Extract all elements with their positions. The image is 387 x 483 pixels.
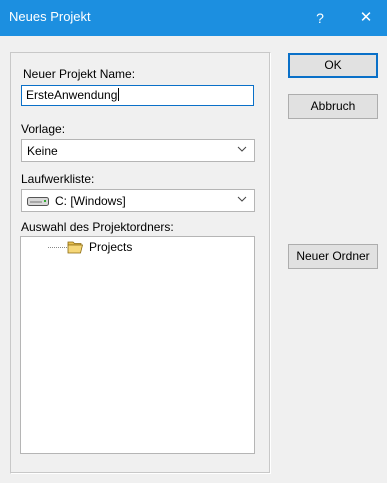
text-caret <box>118 88 120 101</box>
drive-list-label: Laufwerkliste: <box>21 172 95 186</box>
project-name-value: ErsteAnwendung <box>26 88 118 102</box>
tree-connector <box>48 247 67 248</box>
chevron-down-icon <box>237 146 247 152</box>
new-folder-button[interactable]: Neuer Ordner <box>288 244 378 269</box>
template-selected-value: Keine <box>27 144 58 158</box>
drive-icon <box>27 197 49 206</box>
cancel-button[interactable]: Abbruch <box>288 94 378 119</box>
folder-select-label: Auswahl des Projektordners: <box>21 220 174 234</box>
folder-open-icon <box>67 241 84 254</box>
tree-item-projects[interactable]: Projects <box>89 240 132 254</box>
chevron-down-icon <box>237 196 247 202</box>
title-bar: Neues Projekt ? ✕ <box>0 0 387 36</box>
drive-selected-value: C: [Windows] <box>55 194 126 208</box>
template-label: Vorlage: <box>21 122 66 136</box>
close-button[interactable]: ✕ <box>352 5 380 31</box>
help-button[interactable]: ? <box>309 6 331 30</box>
project-name-label: Neuer Projekt Name: <box>23 67 136 81</box>
template-select[interactable]: Keine <box>21 139 255 162</box>
ok-button[interactable]: OK <box>288 53 378 78</box>
drive-select[interactable]: C: [Windows] <box>21 189 255 212</box>
project-name-input[interactable]: ErsteAnwendung <box>21 85 254 106</box>
dialog-body: Neuer Projekt Name: ErsteAnwendung Vorla… <box>0 36 387 483</box>
window-title: Neues Projekt <box>9 9 91 24</box>
folder-tree[interactable]: Projects <box>20 236 255 454</box>
